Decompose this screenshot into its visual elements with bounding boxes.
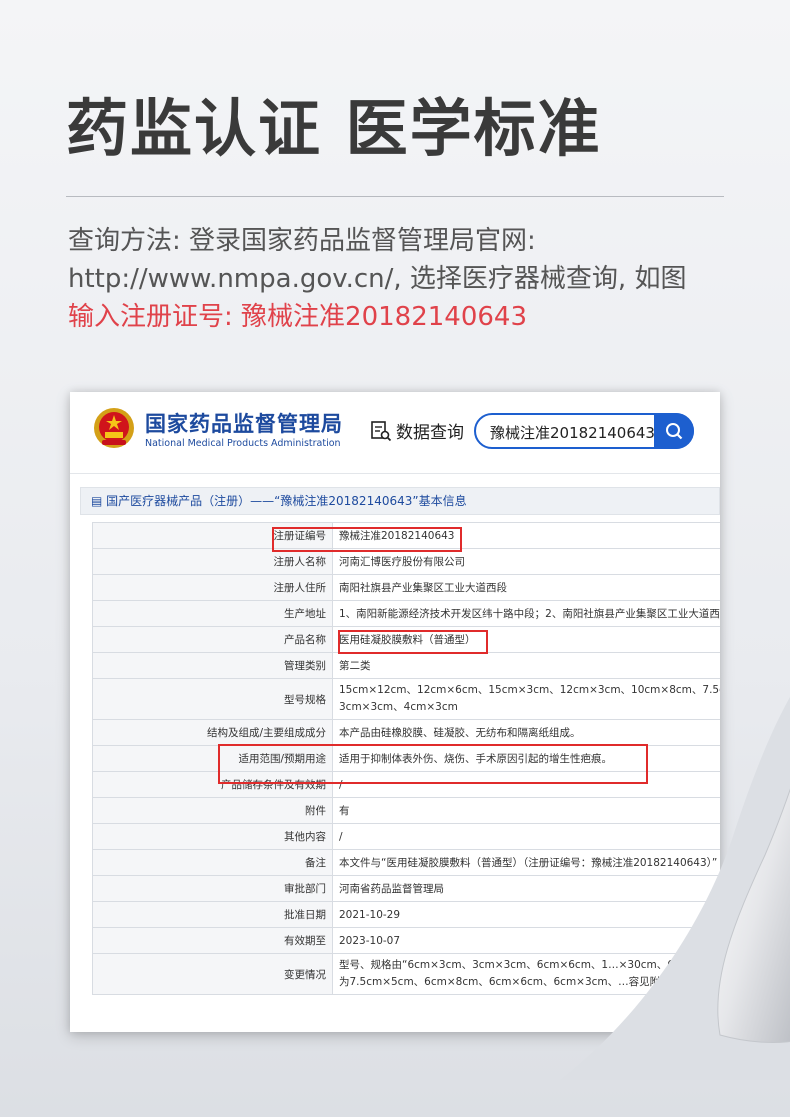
section-title-bar: ▤ 国产医疗器械产品（注册）——“豫械注准20182140643”基本信息 bbox=[80, 487, 720, 515]
agency-name-cn: 国家药品监督管理局 bbox=[145, 412, 343, 436]
row-label: 其他内容 bbox=[92, 823, 333, 850]
title-divider bbox=[66, 196, 724, 197]
data-query-link[interactable]: 数据查询 bbox=[370, 418, 464, 443]
instructions: 查询方法: 登录国家药品监督管理局官网: http://www.nmpa.gov… bbox=[68, 222, 686, 336]
data-query-icon bbox=[371, 420, 392, 441]
row-label: 变更情况 bbox=[92, 953, 333, 995]
row-label: 产品名称 bbox=[92, 626, 333, 653]
table-row: 注册人名称 河南汇博医疗股份有限公司 bbox=[92, 548, 720, 575]
national-emblem-icon bbox=[94, 408, 134, 448]
table-row: 型号规格 15cm×12cm、12cm×6cm、15cm×3cm、12cm×3cm… bbox=[92, 678, 720, 720]
page-title: 药监认证 医学标准 bbox=[66, 92, 602, 165]
highlight-product-name bbox=[338, 630, 488, 654]
data-query-label: 数据查询 bbox=[396, 423, 464, 443]
row-value: 河南汇博医疗股份有限公司 bbox=[332, 548, 720, 575]
row-label: 批准日期 bbox=[92, 901, 333, 928]
instruction-line-2: http://www.nmpa.gov.cn/, 选择医疗器械查询, 如图 bbox=[68, 264, 687, 294]
table-row: 批准日期 2021-10-29 bbox=[92, 901, 720, 928]
row-label: 型号规格 bbox=[92, 678, 333, 720]
row-value: 2023-10-07 bbox=[332, 927, 720, 954]
row-label: 审批部门 bbox=[92, 875, 333, 902]
row-label: 备注 bbox=[92, 849, 333, 876]
row-label: 管理类别 bbox=[92, 652, 333, 679]
agency-name-en: National Medical Products Administration bbox=[145, 438, 341, 449]
section-title: 国产医疗器械产品（注册）——“豫械注准20182140643”基本信息 bbox=[106, 494, 467, 508]
row-value: 型号、规格由“6cm×3cm、3cm×3cm、6cm×6cm、1…×30cm、6… bbox=[332, 953, 720, 995]
table-row: 审批部门 河南省药品监督管理局 bbox=[92, 875, 720, 902]
row-value: 本文件与“医用硅凝胶膜敷料（普通型）（注册证编号：豫械注准20182140643… bbox=[332, 849, 720, 876]
row-label: 有效期至 bbox=[92, 927, 333, 954]
table-row: 附件有 bbox=[92, 797, 720, 824]
row-value: 1、南阳新能源经济技术开发区纬十路中段；2、南阳社旗县产业集聚区工业大道西段 bbox=[332, 600, 720, 627]
instruction-line-1: 查询方法: 登录国家药品监督管理局官网: bbox=[68, 226, 536, 256]
row-value: 南阳社旗县产业集聚区工业大道西段 bbox=[332, 574, 720, 601]
search-button[interactable] bbox=[654, 413, 694, 449]
search-icon bbox=[666, 423, 683, 440]
search-input-value[interactable]: 豫械注准20182140643 bbox=[490, 422, 655, 443]
instruction-line-3: 输入注册证号: 豫械注准20182140643 bbox=[68, 302, 527, 332]
row-value: 15cm×12cm、12cm×6cm、15cm×3cm、12cm×3cm、10c… bbox=[332, 678, 720, 720]
table-row: 结构及组成/主要组成成分 本产品由硅橡胶膜、硅凝胶、无纺布和隔离纸组成。 bbox=[92, 719, 720, 746]
row-value: 有 bbox=[332, 797, 720, 824]
row-value: / bbox=[332, 823, 720, 850]
row-value: 本产品由硅橡胶膜、硅凝胶、无纺布和隔离纸组成。 bbox=[332, 719, 720, 746]
row-label: 注册人住所 bbox=[92, 574, 333, 601]
highlight-intended-use bbox=[218, 744, 648, 784]
table-row: 备注 本文件与“医用硅凝胶膜敷料（普通型）（注册证编号：豫械注准201821406… bbox=[92, 849, 720, 876]
row-value: 2021-10-29 bbox=[332, 901, 720, 928]
row-value: 第二类 bbox=[332, 652, 720, 679]
site-header: 国家药品监督管理局 National Medical Products Admi… bbox=[70, 392, 720, 474]
row-label: 附件 bbox=[92, 797, 333, 824]
table-row: 变更情况 型号、规格由“6cm×3cm、3cm×3cm、6cm×6cm、1…×30… bbox=[92, 953, 720, 995]
table-row: 注册人住所 南阳社旗县产业集聚区工业大道西段 bbox=[92, 574, 720, 601]
table-row: 其他内容 / bbox=[92, 823, 720, 850]
row-value: 河南省药品监督管理局 bbox=[332, 875, 720, 902]
table-row: 有效期至 2023-10-07 bbox=[92, 927, 720, 954]
highlight-reg-number bbox=[272, 527, 462, 552]
website-screenshot: 国家药品监督管理局 National Medical Products Admi… bbox=[70, 392, 720, 1032]
row-label: 生产地址 bbox=[92, 600, 333, 627]
document-icon: ▤ bbox=[91, 494, 103, 508]
table-row: 生产地址 1、南阳新能源经济技术开发区纬十路中段；2、南阳社旗县产业集聚区工业大道… bbox=[92, 600, 720, 627]
table-row: 管理类别 第二类 bbox=[92, 652, 720, 679]
search-input[interactable]: 豫械注准20182140643 bbox=[474, 413, 694, 449]
row-label: 注册人名称 bbox=[92, 548, 333, 575]
row-label: 结构及组成/主要组成成分 bbox=[92, 719, 333, 746]
